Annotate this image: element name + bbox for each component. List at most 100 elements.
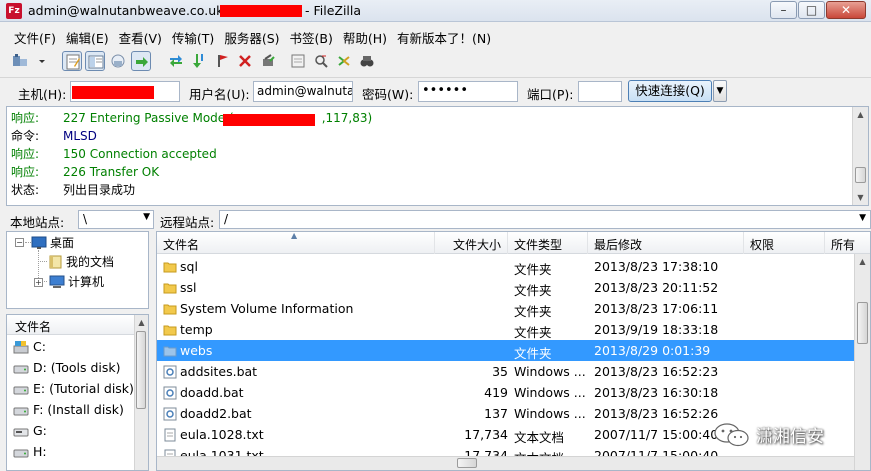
table-row[interactable]: sql 文件夹 2013/8/23 17:38:10 xyxy=(157,256,854,277)
toggle-queue-icon[interactable] xyxy=(131,51,151,71)
filezilla-app-icon: Fz xyxy=(6,3,22,19)
list-item[interactable]: F: (Install disk) xyxy=(13,402,124,423)
disconnect-icon[interactable] xyxy=(235,51,255,71)
list-item[interactable]: E: (Tutorial disk) xyxy=(13,381,134,402)
log-line-text: 227 Entering Passive Mode ( xyxy=(63,111,234,125)
refresh-icon[interactable] xyxy=(166,51,186,71)
close-button[interactable]: ✕ xyxy=(826,1,866,19)
reconnect-icon[interactable] xyxy=(258,51,278,71)
cell-size: 35 xyxy=(492,364,508,379)
column-header-filename[interactable]: 文件名 xyxy=(7,315,136,335)
menu-transfer[interactable]: 传输(T) xyxy=(167,26,219,47)
cell-modified: 2013/8/23 20:11:52 xyxy=(594,280,719,295)
quickconnect-button[interactable]: 快速连接(Q) xyxy=(628,80,712,102)
remote-site-input[interactable]: / ▼ xyxy=(219,210,871,229)
remote-list-horizontal-scrollbar[interactable] xyxy=(157,456,854,470)
remote-site-label: 远程站点: xyxy=(160,215,215,230)
table-row[interactable]: addsites.bat 35 Windows ... 2013/8/23 16:52… xyxy=(157,361,854,382)
directory-listing-filter-icon[interactable] xyxy=(288,51,308,71)
scrollbar-thumb[interactable] xyxy=(855,167,866,183)
scrollbar-thumb[interactable] xyxy=(136,331,146,409)
compare-icon[interactable] xyxy=(334,51,354,71)
toggle-log-icon[interactable] xyxy=(62,51,82,71)
table-row[interactable]: System Volume Information 文件夹 2013/8/23 17… xyxy=(157,298,854,319)
local-site-path: \ xyxy=(83,212,88,226)
cell-type: 文件夹 xyxy=(514,304,552,319)
remote-list-scrollbar[interactable]: ▲ xyxy=(854,254,870,470)
menu-new-version[interactable]: 有新版本了！(N) xyxy=(392,26,496,47)
tree-item-desktop[interactable]: 桌面 xyxy=(31,234,74,252)
tree-item-computer[interactable]: 计算机 xyxy=(49,273,104,291)
menu-bookmarks[interactable]: 书签(B) xyxy=(285,26,338,47)
list-item[interactable]: C: xyxy=(13,339,46,360)
chevron-down-icon[interactable]: ▼ xyxy=(859,213,866,223)
chevron-down-icon[interactable]: ▼ xyxy=(143,212,150,222)
cell-modified: 2013/8/23 17:06:11 xyxy=(594,301,719,316)
column-header-owner[interactable]: 所有 xyxy=(825,232,870,254)
host-label: 主机(H): xyxy=(18,87,67,102)
password-field[interactable]: •••••• xyxy=(418,81,518,102)
scroll-up-icon[interactable]: ▲ xyxy=(853,107,868,122)
port-field[interactable] xyxy=(578,81,622,102)
log-line-text: 列出目录成功 xyxy=(63,183,136,197)
table-row[interactable]: ssl 文件夹 2013/8/23 20:11:52 xyxy=(157,277,854,298)
menu-file[interactable]: 文件(F) xyxy=(9,26,61,47)
column-header-type[interactable]: 文件类型 xyxy=(508,232,588,254)
cell-filename: System Volume Information xyxy=(163,301,353,316)
quickconnect-dropdown-button[interactable]: ▼ xyxy=(713,80,727,102)
cell-type: Windows ... xyxy=(514,406,586,421)
list-item[interactable]: G: xyxy=(13,423,47,444)
password-label: 密码(W): xyxy=(362,87,414,102)
batch-file-icon xyxy=(163,386,177,400)
tree-item-my-documents[interactable]: 我的文档 xyxy=(49,253,114,271)
drive-icon xyxy=(13,365,29,374)
scroll-down-icon[interactable]: ▼ xyxy=(853,190,868,205)
site-manager-icon[interactable] xyxy=(10,51,30,71)
scrollbar-thumb[interactable] xyxy=(857,302,868,344)
log-line: 状态: 列出目录成功 xyxy=(11,181,135,199)
cell-type: 文本文档 xyxy=(514,430,565,445)
watermark: 潇湘信安 xyxy=(712,420,852,448)
column-header-size[interactable]: 文件大小 xyxy=(435,232,508,254)
dropdown-arrow-icon[interactable] xyxy=(36,51,56,71)
menu-help[interactable]: 帮助(H) xyxy=(338,26,392,47)
menu-server[interactable]: 服务器(S) xyxy=(219,26,284,47)
cell-type: 文件夹 xyxy=(514,283,552,298)
maximize-button[interactable]: □ xyxy=(798,1,825,19)
find-files-icon[interactable] xyxy=(357,51,377,71)
column-header-modified[interactable]: 最后修改 xyxy=(588,232,744,254)
local-list-scrollbar[interactable]: ▲ xyxy=(134,315,148,470)
tree-item-label: 我的文档 xyxy=(66,255,115,269)
toggle-local-tree-icon[interactable] xyxy=(85,51,105,71)
list-item[interactable]: D: (Tools disk) xyxy=(13,360,121,381)
system-drive-icon xyxy=(13,341,29,354)
minimize-button[interactable]: – xyxy=(770,1,797,19)
scroll-up-icon[interactable]: ▲ xyxy=(135,315,148,330)
list-item[interactable]: H: xyxy=(13,444,47,465)
process-queue-icon[interactable] xyxy=(189,51,209,71)
toggle-remote-tree-icon[interactable] xyxy=(108,51,128,71)
scrollbar-thumb[interactable] xyxy=(457,458,477,468)
list-item-label: G: xyxy=(33,423,47,438)
expand-icon[interactable]: + xyxy=(34,278,43,287)
column-header-permissions[interactable]: 权限 xyxy=(744,232,825,254)
menu-view[interactable]: 查看(V) xyxy=(114,26,167,47)
collapse-icon[interactable]: − xyxy=(15,238,24,247)
cell-filename: temp xyxy=(163,322,213,337)
menu-edit[interactable]: 编辑(E) xyxy=(61,26,114,47)
scroll-up-icon[interactable]: ▲ xyxy=(855,254,870,269)
table-row[interactable]: doadd.bat 419 Windows ... 2013/8/23 16:30:1… xyxy=(157,382,854,403)
tree-item-label: 桌面 xyxy=(50,236,75,250)
log-line-label: 状态: xyxy=(11,183,40,197)
log-scrollbar[interactable]: ▲ ▼ xyxy=(852,107,868,205)
table-row[interactable]: webs 文件夹 2013/8/29 0:01:39 xyxy=(157,340,854,361)
cell-filename: webs xyxy=(163,343,212,358)
cancel-icon[interactable] xyxy=(212,51,232,71)
username-field[interactable]: admin@walnutan xyxy=(253,81,353,102)
host-field[interactable] xyxy=(70,81,180,102)
table-row[interactable]: temp 文件夹 2013/9/19 18:33:18 xyxy=(157,319,854,340)
search-icon[interactable] xyxy=(311,51,331,71)
local-site-input[interactable]: \ ▼ xyxy=(78,210,154,229)
log-line-text: MLSD xyxy=(63,129,97,143)
folder-icon xyxy=(163,325,177,336)
